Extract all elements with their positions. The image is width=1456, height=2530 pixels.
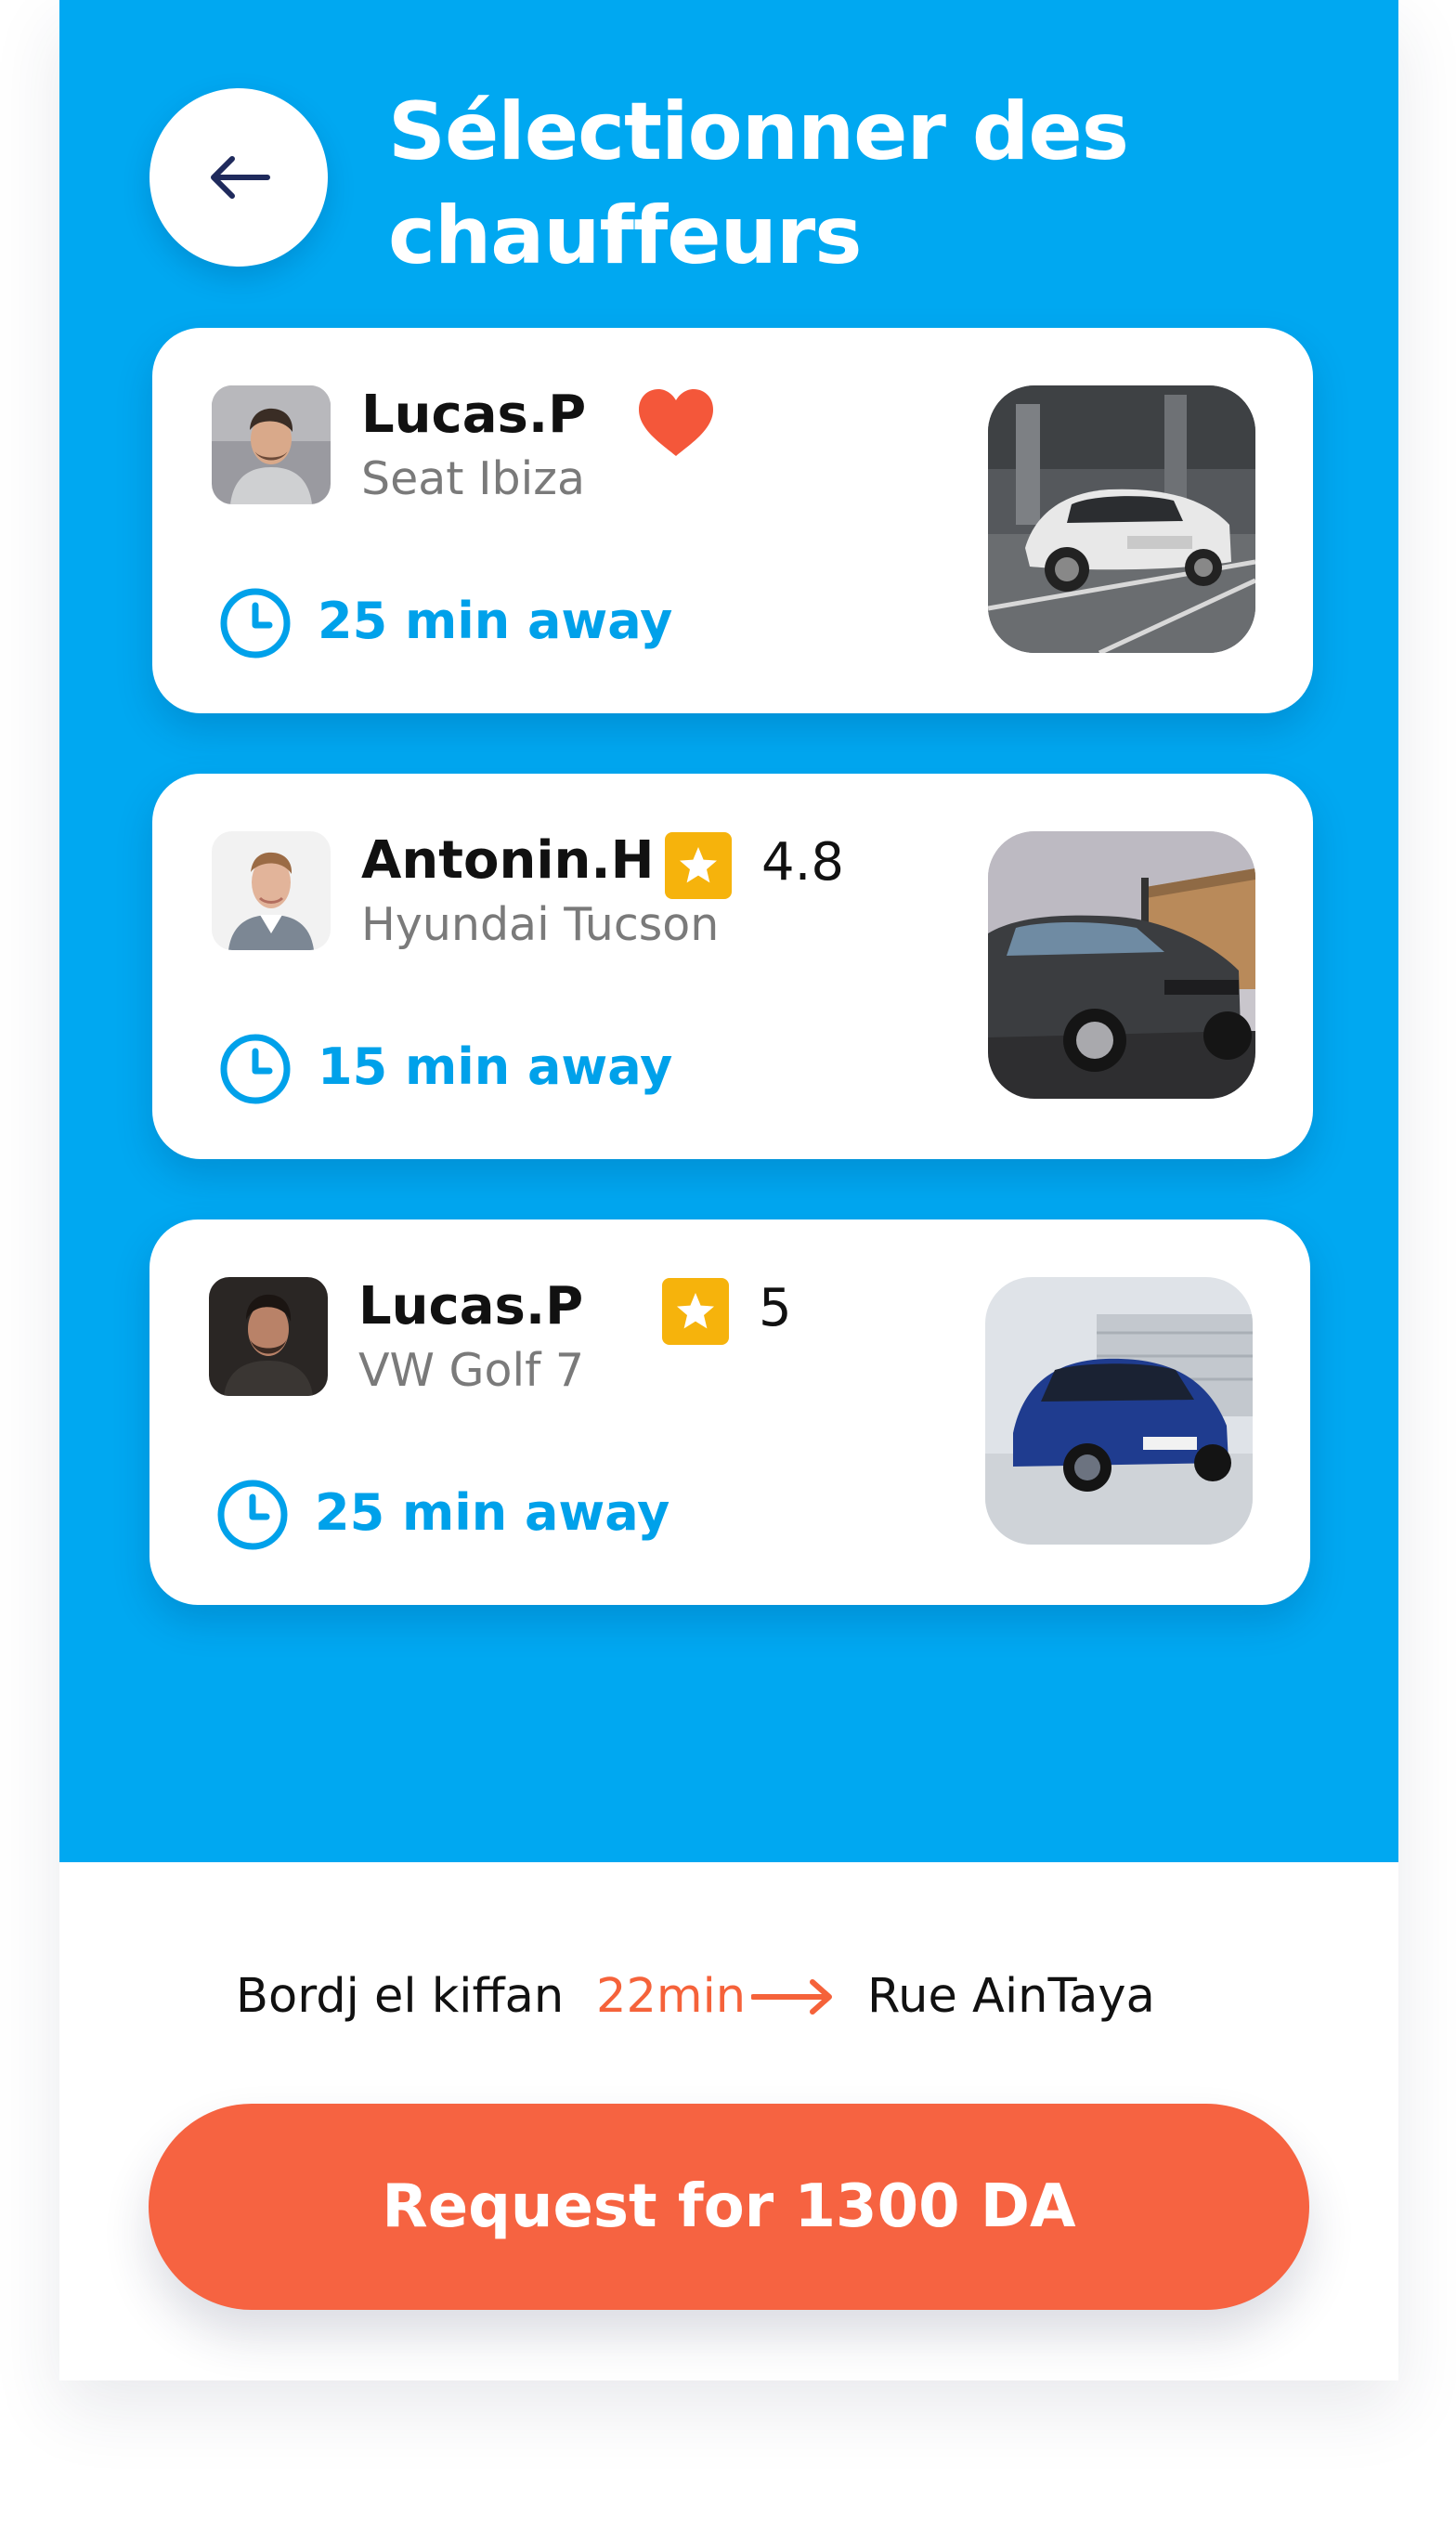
driver-avatar (209, 1277, 328, 1396)
rating-value: 5 (759, 1278, 792, 1338)
car-photo (988, 385, 1255, 653)
star-icon (662, 1278, 729, 1345)
driver-card[interactable]: Lucas.P 5 VW Golf 7 25 min away (150, 1219, 1310, 1605)
driver-avatar (212, 385, 331, 504)
driver-name: Lucas.P (361, 385, 587, 445)
driver-name: Antonin.H (361, 830, 655, 891)
car-model: Seat Ibiza (361, 452, 585, 505)
back-button[interactable] (150, 88, 328, 267)
eta-label: 25 min away (315, 1483, 670, 1542)
car-model: VW Golf 7 (358, 1344, 585, 1397)
page-title: Sélectionner des chauffeurs (388, 85, 1129, 282)
clock-icon (217, 1480, 288, 1550)
arrow-right-icon (751, 1979, 832, 2015)
driver-name: Lucas.P (358, 1276, 584, 1337)
car-photo (985, 1277, 1253, 1545)
request-ride-button[interactable]: Request for 1300 DA (149, 2104, 1309, 2310)
driver-avatar (212, 831, 331, 950)
driver-selection-panel: Sélectionner des chauffeurs Lucas.P Seat… (59, 0, 1398, 1862)
route-duration: 22min (596, 1969, 747, 2024)
driver-card[interactable]: Antonin.H 4.8 Hyundai Tucson 15 min away (152, 774, 1313, 1159)
clock-icon (220, 588, 291, 659)
star-icon (665, 832, 732, 899)
car-model: Hyundai Tucson (361, 898, 720, 951)
clock-icon (220, 1034, 291, 1104)
arrow-left-icon (211, 156, 270, 199)
car-photo (988, 831, 1255, 1099)
route-summary: Bordj el kiffan 22min Rue AinTaya (59, 1960, 1398, 2034)
eta-label: 15 min away (318, 1037, 673, 1096)
heart-icon[interactable] (635, 385, 717, 460)
driver-card[interactable]: Lucas.P Seat Ibiza 25 min away (152, 328, 1313, 713)
route-origin: Bordj el kiffan (236, 1969, 565, 2024)
app-screen: Sélectionner des chauffeurs Lucas.P Seat… (59, 0, 1398, 2380)
route-destination: Rue AinTaya (867, 1969, 1155, 2024)
rating-value: 4.8 (761, 832, 845, 893)
eta-label: 25 min away (318, 592, 673, 650)
